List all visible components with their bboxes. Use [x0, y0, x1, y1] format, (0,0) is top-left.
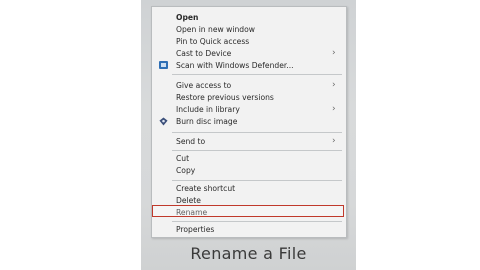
rename-highlight-box [152, 205, 344, 217]
screen: Open Open in new window Pin to Quick acc… [0, 0, 480, 270]
menu-item-give-access-to[interactable]: Give access to › [152, 80, 346, 91]
menu-item-label: Open in new window [176, 25, 255, 34]
menu-separator [172, 132, 342, 133]
menu-item-copy[interactable]: Copy [152, 165, 346, 176]
windows-defender-icon [159, 61, 168, 69]
menu-separator [172, 74, 342, 75]
chevron-right-icon: › [332, 48, 336, 58]
menu-item-open[interactable]: Open [152, 12, 346, 23]
menu-item-cut[interactable]: Cut [152, 153, 346, 164]
menu-item-include-in-library[interactable]: Include in library › [152, 104, 346, 115]
menu-item-label: Include in library [176, 105, 240, 114]
menu-item-label: Properties [176, 225, 215, 234]
menu-item-label: Pin to Quick access [176, 37, 250, 46]
menu-separator [172, 180, 342, 181]
menu-item-send-to[interactable]: Send to › [152, 136, 346, 147]
menu-item-scan-with-windows-defender[interactable]: Scan with Windows Defender... [152, 60, 346, 71]
menu-item-label: Give access to [176, 81, 232, 90]
menu-item-create-shortcut[interactable]: Create shortcut [152, 183, 346, 194]
menu-item-restore-previous-versions[interactable]: Restore previous versions [152, 92, 346, 103]
menu-separator [172, 221, 342, 222]
menu-item-label: Cast to Device [176, 49, 232, 58]
menu-separator [172, 150, 342, 151]
chevron-right-icon: › [332, 104, 336, 114]
menu-item-label: Open [176, 13, 199, 22]
context-menu: Open Open in new window Pin to Quick acc… [151, 6, 347, 238]
menu-item-label: Restore previous versions [176, 93, 274, 102]
menu-item-cast-to-device[interactable]: Cast to Device › [152, 48, 346, 59]
chevron-right-icon: › [332, 136, 336, 146]
chevron-right-icon: › [332, 80, 336, 90]
menu-item-label: Burn disc image [176, 117, 238, 126]
photo-of-screen: Open Open in new window Pin to Quick acc… [141, 0, 356, 270]
menu-item-burn-disc-image[interactable]: Burn disc image [152, 116, 346, 127]
menu-item-label: Copy [176, 166, 196, 175]
menu-item-label: Cut [176, 154, 190, 163]
menu-item-label: Scan with Windows Defender... [176, 61, 294, 70]
menu-item-properties[interactable]: Properties [152, 224, 346, 235]
video-caption: Rename a File [190, 244, 307, 263]
menu-item-open-in-new-window[interactable]: Open in new window [152, 24, 346, 35]
burn-disc-icon [159, 117, 168, 126]
menu-item-pin-to-quick-access[interactable]: Pin to Quick access [152, 36, 346, 47]
menu-item-label: Create shortcut [176, 184, 236, 193]
menu-item-label: Send to [176, 137, 206, 146]
